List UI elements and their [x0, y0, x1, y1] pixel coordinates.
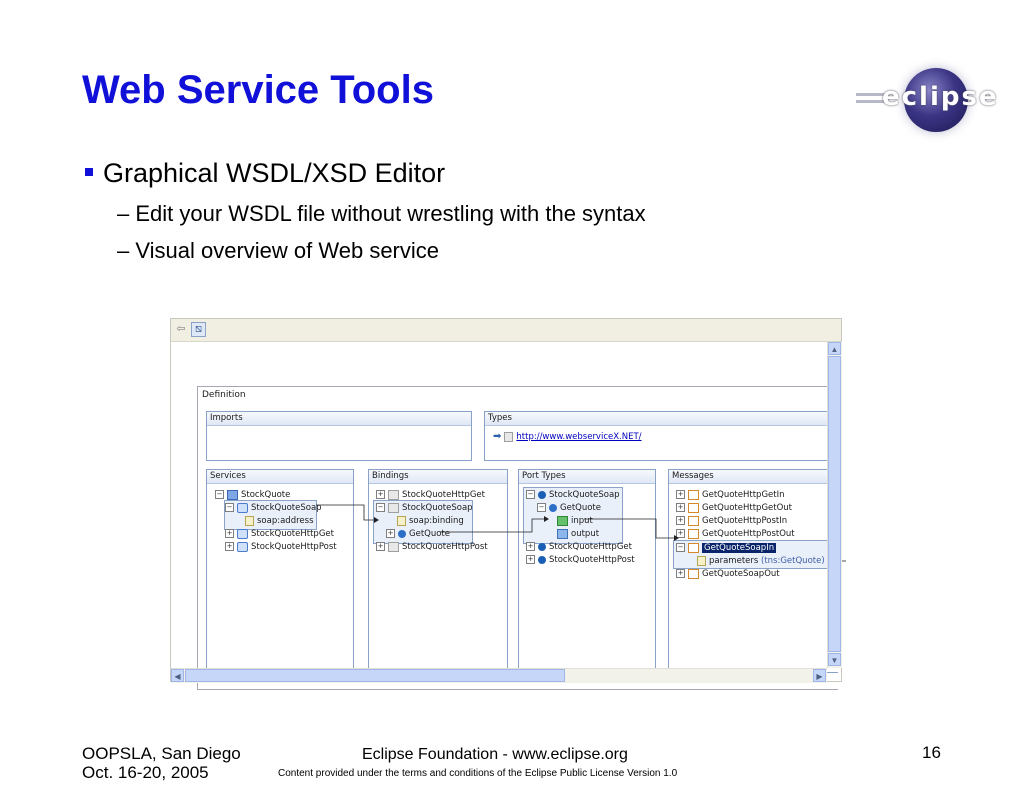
- arrowhead-icon: [544, 516, 549, 522]
- connector-lines: [316, 504, 846, 562]
- logo-text: eclipse: [882, 82, 999, 112]
- connector-line: [440, 518, 544, 533]
- slide-title: Web Service Tools: [82, 68, 434, 112]
- select-tool-icon[interactable]: ⧅: [191, 322, 206, 337]
- connector-line: [584, 518, 674, 539]
- horizontal-scrollbar[interactable]: ◀ ▶: [171, 668, 827, 683]
- arrowhead-icon: [374, 517, 379, 523]
- editor-canvas: Definition Imports Types ➡ http://www.web…: [171, 342, 846, 690]
- editor-toolbar: ⇦ ⧅: [171, 319, 841, 342]
- definition-frame: Definition Imports Types ➡ http://www.web…: [197, 386, 846, 690]
- scroll-left-icon[interactable]: ◀: [171, 669, 184, 682]
- wsdl-editor: ⇦ ⧅ Definition Imports Types ➡ http://www…: [170, 318, 846, 690]
- footer-foundation: Eclipse Foundation - www.eclipse.org: [362, 746, 628, 763]
- page-number: 16: [922, 743, 941, 762]
- bullet-main-text: Graphical WSDL/XSD Editor: [103, 158, 446, 188]
- connector-line: [316, 504, 374, 521]
- footer-license: Content provided under the terms and con…: [278, 768, 678, 779]
- footer-date: Oct. 16-20, 2005: [82, 763, 209, 782]
- eclipse-logo: eclipse: [852, 60, 1012, 140]
- scroll-right-icon[interactable]: ▶: [813, 669, 826, 682]
- bullet-square-icon: [85, 167, 93, 176]
- arrowhead-icon: [674, 535, 679, 541]
- horizontal-scroll-thumb[interactable]: [185, 669, 565, 682]
- sub-bullet-1: – Edit your WSDL file without wrestling …: [117, 201, 646, 226]
- scroll-down-icon[interactable]: ▼: [828, 653, 841, 666]
- footer-event: OOPSLA, San Diego: [82, 744, 241, 763]
- vertical-scrollbar[interactable]: ▲ ▼: [827, 342, 842, 668]
- vertical-scroll-thumb[interactable]: [828, 356, 841, 652]
- scroll-up-icon[interactable]: ▲: [828, 342, 841, 355]
- sub-bullet-2: – Visual overview of Web service: [117, 238, 439, 263]
- back-arrow-icon[interactable]: ⇦: [173, 321, 189, 337]
- bullet-main: Graphical WSDL/XSD Editor: [85, 158, 445, 189]
